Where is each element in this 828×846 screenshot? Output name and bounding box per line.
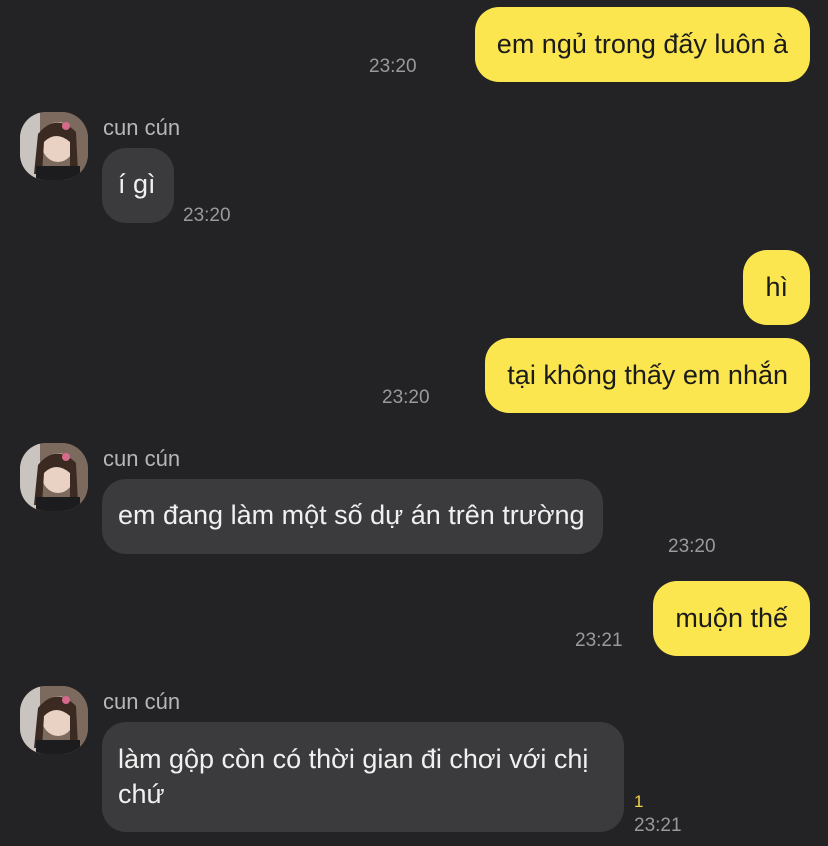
outgoing-message-bubble[interactable]: tại không thấy em nhắn [485, 338, 810, 413]
incoming-message-bubble[interactable]: em đang làm một số dự án trên trường [102, 479, 603, 554]
avatar-image [20, 686, 88, 754]
message-time: 23:20 [668, 536, 716, 557]
contact-avatar[interactable] [20, 686, 88, 754]
outgoing-message-bubble[interactable]: em ngủ trong đấy luôn à [474, 7, 810, 82]
sender-name: cun cún [103, 446, 181, 471]
sender-name: cun cún [103, 115, 181, 140]
message-time: 23:20 [382, 387, 430, 408]
outgoing-message-bubble[interactable]: hì [743, 250, 810, 325]
message-time: 23:21 [634, 815, 682, 836]
avatar-image [20, 443, 88, 511]
unread-count: 1 [634, 792, 644, 811]
message-time: 23:20 [369, 56, 417, 77]
message-time: 23:20 [183, 205, 231, 226]
incoming-message-bubble[interactable]: làm gộp còn có thời gian đi chơi với chị… [102, 722, 624, 832]
message-time: 23:21 [575, 630, 623, 651]
avatar-image [20, 112, 88, 180]
outgoing-message-bubble[interactable]: muộn thế [653, 581, 810, 656]
incoming-message-bubble[interactable]: í gì [102, 148, 174, 223]
contact-avatar[interactable] [20, 112, 88, 180]
sender-name: cun cún [103, 689, 181, 714]
contact-avatar[interactable] [20, 443, 88, 511]
